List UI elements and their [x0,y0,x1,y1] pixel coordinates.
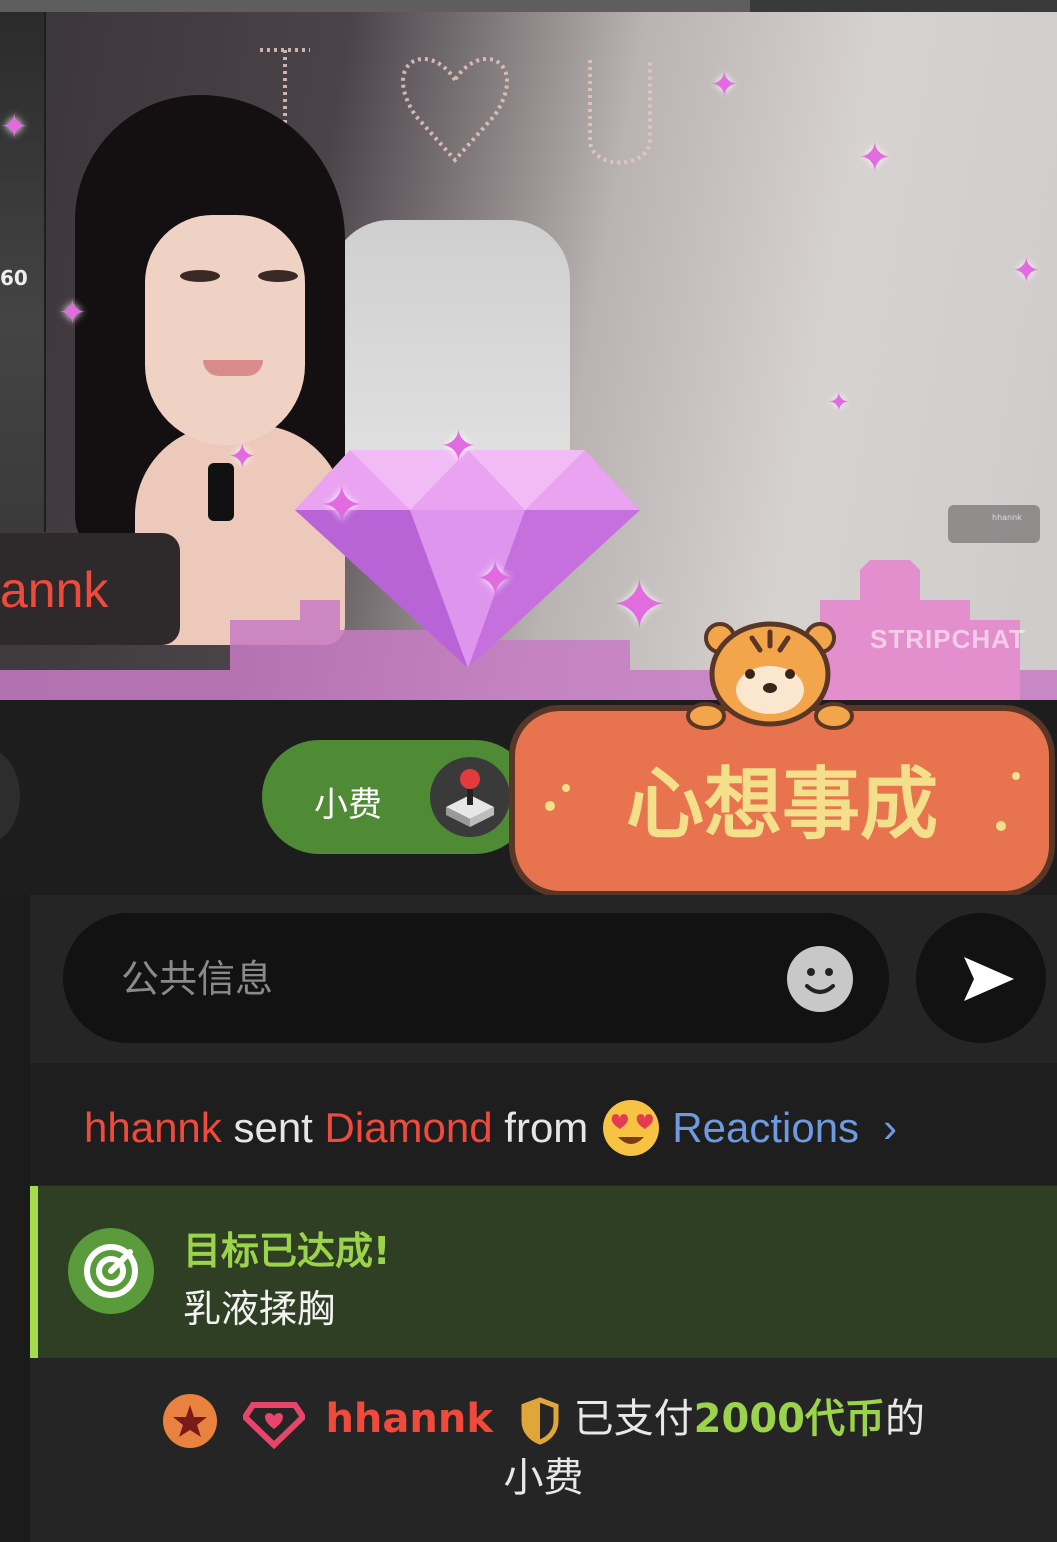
goal-title: 目标已达成! [183,1229,391,1273]
reaction-line: hhannk sent Diamond from Reactions › [84,1099,897,1157]
send-button[interactable] [916,913,1046,1043]
sparkle-icon: ✦ [710,65,739,105]
mini-card-name: hhannk [992,513,1022,522]
reaction-sent-word: sent [233,1104,313,1151]
sparkle-icon: ✦ [0,107,29,147]
sparkle-icon: ✦ [58,293,87,333]
reaction-user[interactable]: hhannk [84,1104,222,1152]
sparkle-icon: ✦ [320,476,364,536]
streamer-mouth [203,360,263,376]
sparkle-icon: ✦ [475,551,516,607]
send-arrow-icon [964,957,1014,1001]
tipper-username: annk [0,562,109,618]
streamer-eye-left [180,270,220,282]
video-top-bar [0,0,750,12]
joystick-icon [430,757,510,837]
side-panel-number: 60 [0,266,28,290]
tip-suffix: 的 [884,1396,925,1442]
sparkle-icon: ✦ [828,388,850,418]
tip-button-label: 小费 [314,785,382,825]
tip-prefix: 已支付 [573,1396,694,1442]
tip-line2: 小费 [503,1455,584,1501]
shield-icon [521,1397,559,1445]
side-panel: 60 [0,12,46,532]
emoji-button[interactable] [787,946,853,1012]
reactions-link[interactable]: Reactions [672,1104,859,1152]
star-badge-icon [163,1394,217,1448]
sparkle-icon: ✦ [1012,251,1041,291]
reaction-from-word: from [504,1104,589,1151]
goal-reached-message: 目标已达成! 乳液揉胸 [30,1186,1057,1358]
chevron-right-icon[interactable]: › [883,1104,897,1152]
left-edge-strip [0,895,30,1542]
target-icon [68,1228,154,1314]
smiley-icon [805,968,835,994]
message-box [63,913,889,1043]
video-stream[interactable]: 60 ✦ ✦ ✦ ✦ ✦ ✦ ✦ ✦ ✦ ✦ ✦ hhannk annk STR… [0,0,1057,700]
tip-button[interactable]: 小费 [262,740,532,854]
video-top-bar-dark [750,0,1057,12]
sparkle-icon: ✦ [440,421,477,472]
tiger-wish-sticker: 心想事成 [509,621,1055,897]
mini-user-card: hhannk [948,505,1040,543]
public-message-input[interactable] [119,948,763,1010]
tip-line: hhannk 已支付2000代币的 小费 [30,1390,1057,1507]
sparkle-icon: ✦ [858,135,892,181]
reaction-gift-name: Diamond [324,1104,493,1151]
goal-description: 乳液揉胸 [183,1287,336,1331]
streamer-face [145,215,305,445]
sparkle-icon: ✦ [228,437,257,477]
sticker-text: 心想事成 [626,760,938,850]
tip-amount: 2000代币 [693,1396,885,1442]
streamer-eye-right [258,270,298,282]
heart-diamond-icon [242,1402,305,1449]
tip-message: hhannk 已支付2000代币的 小费 [30,1358,1057,1542]
tip-username[interactable]: hhannk [325,1396,493,1442]
tipper-username-badge: annk [0,533,180,645]
heart-eyes-emoji-icon [603,1100,660,1156]
chat-message-reaction[interactable]: hhannk sent Diamond from Reactions › [30,1063,1057,1185]
